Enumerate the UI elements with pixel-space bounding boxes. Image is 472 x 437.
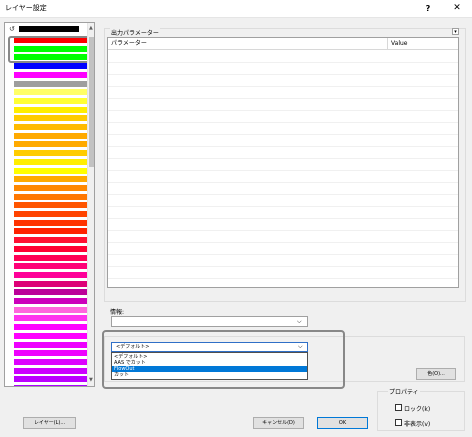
row-divider <box>108 146 458 147</box>
row-divider <box>108 134 458 135</box>
color-swatch[interactable] <box>14 298 87 304</box>
params-table[interactable]: パラメーター Value <box>107 37 459 288</box>
color-swatch[interactable] <box>14 332 87 339</box>
swatch-scrollbar[interactable]: ▲ ▼ <box>87 23 94 386</box>
help-button[interactable]: ? <box>418 0 438 17</box>
hide-label[interactable]: 非表示(v) <box>404 419 430 428</box>
row-divider <box>108 206 458 207</box>
output-params-label: 出力パラメーター <box>110 28 160 37</box>
row-divider <box>108 230 458 231</box>
color-swatch[interactable] <box>14 263 87 270</box>
color-swatch[interactable] <box>14 315 87 322</box>
color-swatch[interactable] <box>14 80 87 87</box>
row-divider <box>108 170 458 171</box>
row-divider <box>108 110 458 111</box>
color-swatch[interactable] <box>14 211 87 217</box>
color-swatch[interactable] <box>14 184 87 191</box>
row-divider <box>108 218 458 219</box>
column-header-param[interactable]: パラメーター <box>108 38 388 50</box>
color-swatch[interactable] <box>14 150 87 157</box>
color-swatch[interactable] <box>14 306 87 313</box>
layer-button[interactable]: レイヤー(L)... <box>23 417 76 429</box>
row-divider <box>108 74 458 75</box>
color-swatch[interactable] <box>14 193 87 200</box>
color-swatch[interactable] <box>14 202 87 209</box>
window-title: レイヤー設定 <box>5 4 47 12</box>
color-swatch[interactable] <box>14 219 87 226</box>
color-swatch[interactable] <box>14 289 87 296</box>
color-swatch-list[interactable]: ↺ ▲ ▼ <box>4 22 95 387</box>
color-swatch[interactable] <box>14 254 87 261</box>
row-divider <box>108 98 458 99</box>
color-swatch[interactable] <box>14 89 87 96</box>
color-swatch[interactable] <box>14 124 87 130</box>
row-divider <box>108 194 458 195</box>
row-divider <box>108 242 458 243</box>
row-divider <box>108 254 458 255</box>
color-swatch[interactable] <box>14 97 87 104</box>
color-swatch[interactable] <box>14 167 87 174</box>
scrollbar-thumb[interactable] <box>89 37 94 167</box>
row-divider <box>108 158 458 159</box>
row-divider <box>108 182 458 183</box>
row-divider <box>108 278 458 279</box>
scroll-up-icon[interactable]: ▲ <box>89 25 93 31</box>
chevron-down-icon[interactable]: ⌵ <box>297 318 302 326</box>
color-swatch[interactable] <box>14 324 87 331</box>
lock-checkbox[interactable] <box>395 404 402 411</box>
color-swatch[interactable] <box>14 63 87 70</box>
cancel-button[interactable]: キャンセル(D) <box>253 417 304 429</box>
color-swatch[interactable] <box>14 376 87 383</box>
color-swatch[interactable] <box>14 228 87 235</box>
color-swatch[interactable] <box>14 71 87 78</box>
color-swatch[interactable] <box>14 115 87 122</box>
color-swatch[interactable] <box>14 176 87 183</box>
color-swatch[interactable] <box>14 158 87 165</box>
expand-icon[interactable]: ▾ <box>452 28 459 35</box>
ok-button[interactable]: OK <box>317 417 368 429</box>
color-swatch[interactable] <box>14 341 87 348</box>
info-dropdown[interactable] <box>111 316 308 327</box>
properties-label: プロパティ <box>388 387 420 396</box>
color-swatch[interactable] <box>14 106 87 113</box>
color-button[interactable]: 色(O)... <box>416 368 456 380</box>
color-swatch[interactable] <box>14 245 87 252</box>
scroll-down-icon[interactable]: ▼ <box>89 377 93 383</box>
color-swatch[interactable] <box>14 141 87 148</box>
close-button[interactable]: ✕ <box>446 0 468 17</box>
selection-highlight <box>8 36 90 63</box>
color-swatch[interactable] <box>14 132 87 139</box>
row-divider <box>108 266 458 267</box>
color-swatch[interactable] <box>14 358 87 365</box>
color-swatch[interactable] <box>14 367 87 374</box>
lock-label[interactable]: ロック(k) <box>404 404 430 413</box>
color-swatch[interactable] <box>14 385 87 386</box>
row-divider <box>108 122 458 123</box>
row-divider <box>108 62 458 63</box>
swatch-black[interactable] <box>19 26 79 32</box>
title-bar: レイヤー設定 ? ✕ <box>0 0 472 18</box>
dropdown-highlight <box>102 330 345 389</box>
column-header-value[interactable]: Value <box>388 38 458 50</box>
color-swatch[interactable] <box>14 271 87 278</box>
undo-icon: ↺ <box>9 25 15 33</box>
color-swatch[interactable] <box>14 237 87 244</box>
hide-checkbox[interactable] <box>395 419 402 426</box>
color-swatch[interactable] <box>14 280 87 287</box>
info-label: 情報: <box>110 309 125 316</box>
row-divider <box>108 86 458 87</box>
color-swatch[interactable] <box>14 350 87 357</box>
